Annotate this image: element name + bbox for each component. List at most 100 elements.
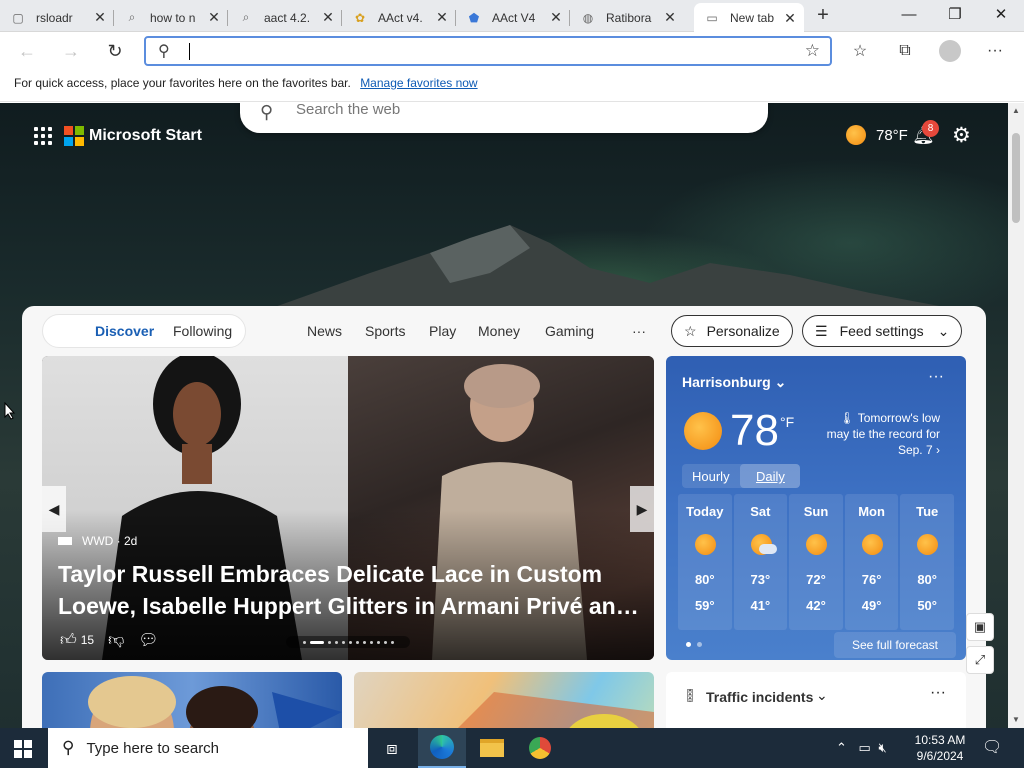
scroll-up-arrow[interactable]: ▲ (1008, 103, 1024, 119)
tab-label: rsloadr (36, 10, 73, 25)
hero-next-button[interactable]: ▶ (630, 486, 654, 532)
tab-new-tab[interactable]: ▭ New tab ✕ (694, 3, 804, 33)
forecast-day[interactable]: Today 80° 59° (678, 494, 732, 630)
close-tab-icon[interactable]: ✕ (548, 9, 564, 26)
close-window-button[interactable]: ✕ (978, 0, 1024, 30)
new-tab-button[interactable]: + (810, 5, 836, 27)
article-headline[interactable]: Taylor Russell Embraces Delicate Lace in… (58, 558, 648, 622)
nav-news[interactable]: News (307, 323, 342, 339)
web-search-box[interactable]: ⚲ Search the web (240, 103, 768, 133)
network-icon[interactable]: ▭ (859, 740, 871, 755)
more-options-icon[interactable]: ··· (928, 368, 944, 386)
edge-icon[interactable] (418, 728, 466, 768)
star-icon[interactable]: ☆ (805, 41, 820, 61)
article-tile[interactable] (354, 672, 654, 728)
tab-how-to[interactable]: ⌕ how to n ✕ (114, 3, 228, 32)
nav-money[interactable]: Money (478, 323, 520, 339)
more-menu-icon[interactable]: ··· (980, 36, 1010, 66)
page-side-tools: ▣ ⤢ (966, 613, 994, 679)
hero-article[interactable]: ◀ ▶ WWD · 2d Taylor Russell Embraces Del… (42, 356, 654, 660)
volume-icon[interactable]: 🔇︎ (878, 740, 886, 755)
refresh-button[interactable]: ↻ (100, 36, 130, 66)
carousel-dots[interactable] (286, 636, 410, 648)
background-image-icon[interactable]: ▣ (966, 613, 994, 641)
address-bar[interactable]: ⚲ ☆ (144, 36, 832, 66)
dislike-icon[interactable]: 👎︎ (108, 631, 124, 650)
like-icon[interactable]: 👍︎ (60, 631, 77, 650)
nav-sports[interactable]: Sports (365, 323, 405, 339)
apps-launcher-icon[interactable] (34, 127, 52, 145)
nav-play[interactable]: Play (429, 323, 456, 339)
tab-aact-v4[interactable]: ✿ AAct v4. ✕ (342, 3, 456, 32)
tab-ratibora[interactable]: ◍ Ratibora ✕ (570, 3, 684, 32)
task-view-icon[interactable]: ⧈ (368, 728, 416, 768)
profile-avatar[interactable] (935, 36, 965, 66)
weather-alert[interactable]: 🌡︎ Tomorrow's low may tie the record for… (816, 410, 940, 458)
close-tab-icon[interactable]: ✕ (92, 9, 108, 26)
high-temp: 72° (806, 572, 826, 587)
publisher-logo-icon (58, 537, 72, 545)
close-tab-icon[interactable]: ✕ (434, 9, 450, 26)
hero-prev-button[interactable]: ◀ (42, 486, 66, 532)
card-page-dots[interactable] (686, 642, 702, 647)
chevron-down-icon: ⌄ (937, 322, 950, 339)
comment-icon[interactable]: 💬︎ (138, 630, 158, 650)
tab-aact-search[interactable]: ⌕ aact 4.2. ✕ (228, 3, 342, 32)
tab-daily[interactable]: Daily (756, 469, 785, 484)
scroll-down-arrow[interactable]: ▼ (1008, 712, 1024, 728)
gear-icon[interactable]: ⚙ (952, 123, 971, 148)
feed-settings-button[interactable]: ☰ Feed settings ⌄ (802, 315, 963, 347)
windows-start-icon[interactable] (14, 740, 32, 758)
text-caret (189, 43, 190, 60)
restore-button[interactable]: ❐ (932, 0, 978, 30)
nav-more[interactable]: ··· (632, 323, 646, 339)
traffic-light-icon: 🚦︎ (682, 688, 699, 703)
forecast-day[interactable]: Tue 80° 50° (900, 494, 954, 630)
more-options-icon[interactable]: ··· (930, 684, 946, 702)
weather-summary[interactable]: 78°F (846, 125, 908, 145)
source-label: WWD · 2d (82, 534, 138, 548)
expand-icon[interactable]: ⤢ (966, 646, 994, 674)
chevron-up-icon[interactable]: ⌃ (836, 740, 847, 755)
current-temp: 78 (730, 406, 779, 455)
newtab-icon: ▭ (706, 11, 718, 25)
taskbar-clock[interactable]: 10:53 AM 9/6/2024 (912, 732, 968, 764)
weather-card[interactable]: Harrisonburg ⌄ ··· 78 °F 🌡︎ Tomorrow's l… (666, 356, 966, 660)
personalize-button[interactable]: ☆ Personalize (671, 315, 793, 347)
personalize-label: Personalize (706, 323, 780, 339)
close-tab-icon[interactable]: ✕ (662, 9, 678, 26)
tab-aact-v4-2[interactable]: ⬟ AAct V4 ✕ (456, 3, 570, 32)
forecast-day[interactable]: Sat 73° 41° (733, 494, 788, 630)
tab-following[interactable]: Following (173, 323, 232, 339)
file-explorer-icon[interactable] (468, 728, 516, 768)
page-scrollbar[interactable]: ▲ ▼ (1008, 103, 1024, 728)
temp-unit[interactable]: °F (780, 414, 794, 430)
forward-button[interactable]: → (56, 36, 86, 66)
system-tray: ⌃ ▭ 🔇︎ (836, 740, 887, 756)
back-button[interactable]: ← (12, 36, 42, 66)
forecast-day[interactable]: Mon 76° 49° (844, 494, 899, 630)
weather-city[interactable]: Harrisonburg ⌄ (682, 374, 786, 391)
tab-hourly[interactable]: Hourly (692, 469, 730, 484)
search-icon: ⌕ (128, 10, 136, 24)
article-tile[interactable] (42, 672, 342, 728)
favorites-icon[interactable]: ☆ (845, 36, 875, 66)
manage-favorites-link[interactable]: Manage favorites now (360, 76, 477, 90)
taskbar-search[interactable]: ⚲ Type here to search (48, 728, 368, 768)
close-tab-icon[interactable]: ✕ (782, 10, 798, 27)
minimize-button[interactable]: — (886, 0, 932, 30)
collections-icon[interactable]: ⧉ (890, 36, 920, 66)
close-tab-icon[interactable]: ✕ (320, 9, 336, 26)
scroll-thumb[interactable] (1012, 133, 1020, 223)
see-full-forecast-button[interactable]: See full forecast (833, 632, 956, 658)
chevron-down-icon[interactable]: ⌄ (816, 687, 828, 704)
tab-rsloadr[interactable]: ▢ rsloadr ✕ (0, 3, 114, 32)
notification-center-icon[interactable]: 🗨︎ (982, 737, 1002, 757)
forecast-day[interactable]: Sun 72° 42° (789, 494, 843, 630)
tab-discover[interactable]: Discover (95, 323, 154, 339)
chrome-icon[interactable] (516, 728, 564, 768)
traffic-card[interactable]: 🚦︎ Traffic incidents ⌄ ··· (666, 672, 966, 728)
close-tab-icon[interactable]: ✕ (206, 9, 222, 26)
windows-taskbar: ⚲ Type here to search ⧈ ⌃ ▭ 🔇︎ 10:53 AM … (0, 728, 1024, 768)
nav-gaming[interactable]: Gaming (545, 323, 594, 339)
